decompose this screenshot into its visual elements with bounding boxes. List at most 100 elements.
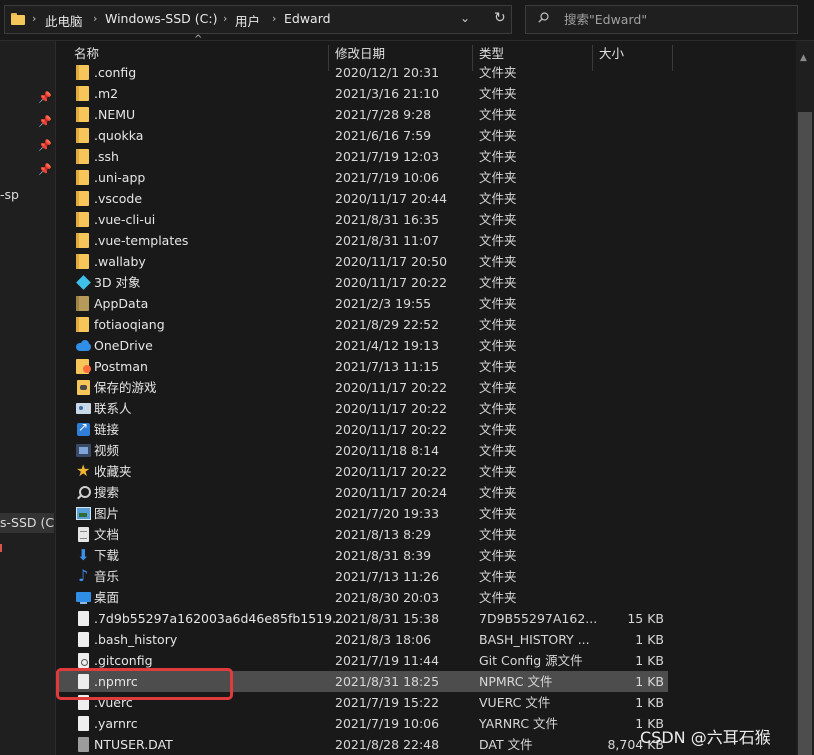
breadcrumb-edward[interactable]: Edward — [284, 11, 331, 26]
file-row[interactable]: .wallaby 2020/11/17 20:50 文件夹 — [56, 251, 796, 272]
file-date: 2020/11/17 20:50 — [335, 254, 448, 269]
file-date: 2021/7/19 11:44 — [335, 653, 440, 668]
folder-icon — [76, 65, 91, 80]
file-size: 1 KB — [635, 653, 664, 668]
file-row[interactable]: 文档 2021/8/13 8:29 文件夹 — [56, 524, 796, 545]
pictures-icon — [76, 506, 91, 521]
file-row[interactable]: .vscode 2020/11/17 20:44 文件夹 — [56, 188, 796, 209]
search-icon — [538, 12, 549, 23]
file-type: 文件夹 — [479, 464, 517, 479]
desktop-icon — [76, 590, 91, 605]
links-icon — [76, 420, 91, 437]
file-date: 2021/2/3 19:55 — [335, 296, 432, 311]
breadcrumb-this-pc[interactable]: 此电脑 — [45, 11, 83, 30]
file-name: 视频 — [94, 443, 120, 458]
file-date: 2021/7/19 15:22 — [335, 695, 440, 710]
file-row[interactable]: .ssh 2021/7/19 12:03 文件夹 — [56, 146, 796, 167]
file-row[interactable]: 图片 2021/7/20 19:33 文件夹 — [56, 503, 796, 524]
file-row[interactable]: .uni-app 2021/7/19 10:06 文件夹 — [56, 167, 796, 188]
documents-icon — [76, 527, 91, 542]
file-row[interactable]: 3D 对象 2020/11/17 20:22 文件夹 — [56, 272, 796, 293]
file-name: 文档 — [94, 527, 120, 542]
file-date: 2021/8/3 18:06 — [335, 632, 432, 647]
file-icon — [76, 632, 91, 647]
file-type: 文件夹 — [479, 170, 517, 185]
file-type: YARNRC 文件 — [479, 716, 559, 731]
file-row[interactable]: 联系人 2020/11/17 20:22 文件夹 — [56, 398, 796, 419]
file-row[interactable]: Postman 2021/7/13 11:15 文件夹 — [56, 356, 796, 377]
file-name: 图片 — [94, 506, 120, 521]
file-type: 文件夹 — [479, 233, 517, 248]
file-date: 2021/3/16 21:10 — [335, 86, 440, 101]
nav-item-drive-c[interactable]: s-SSD (C:) — [0, 513, 55, 533]
file-type: 7D9B55297A162... — [479, 611, 598, 626]
breadcrumb-users[interactable]: 用户 — [235, 11, 260, 30]
file-size — [596, 503, 664, 524]
folder-icon — [76, 107, 91, 122]
search-input[interactable] — [564, 10, 784, 28]
file-row[interactable]: .m2 2021/3/16 21:10 文件夹 — [56, 83, 796, 104]
pin-icon[interactable]: 📌 — [38, 139, 52, 152]
file-name: .vue-cli-ui — [94, 212, 156, 227]
file-row[interactable]: fotiaoqiang 2021/8/29 22:52 文件夹 — [56, 314, 796, 335]
search-box[interactable] — [525, 5, 798, 34]
file-row[interactable]: 收藏夹 2020/11/17 20:22 文件夹 — [56, 461, 796, 482]
file-date: 2021/8/31 8:39 — [335, 548, 432, 563]
file-date: 2021/7/20 19:33 — [335, 506, 440, 521]
pin-icon[interactable]: 📌 — [38, 163, 52, 176]
file-date: 2021/8/31 15:38 — [335, 611, 440, 626]
file-row[interactable]: 下载 2021/8/31 8:39 文件夹 — [56, 545, 796, 566]
file-name: AppData — [94, 296, 149, 311]
vertical-scrollbar[interactable]: ▲ — [796, 41, 814, 755]
scroll-thumb[interactable] — [798, 112, 812, 755]
file-row[interactable]: .quokka 2021/6/16 7:59 文件夹 — [56, 125, 796, 146]
file-row[interactable]: 音乐 2021/7/13 11:26 文件夹 — [56, 566, 796, 587]
file-type: BASH_HISTORY ... — [479, 632, 590, 647]
scroll-up-icon[interactable]: ▲ — [800, 53, 807, 63]
file-name: .NEMU — [94, 107, 136, 122]
file-size: 1 KB — [635, 674, 664, 689]
chevron-right-icon: › — [93, 12, 98, 25]
file-row[interactable]: .config 2020/12/1 20:31 文件夹 — [56, 62, 796, 83]
file-row[interactable]: 桌面 2021/8/30 20:03 文件夹 — [56, 587, 796, 608]
file-row[interactable]: .vue-cli-ui 2021/8/31 16:35 文件夹 — [56, 209, 796, 230]
file-size — [596, 125, 664, 146]
file-row[interactable]: .bash_history 2021/8/3 18:06 BASH_HISTORY … — [56, 629, 796, 650]
refresh-icon[interactable]: ↻ — [494, 10, 506, 26]
file-name: NTUSER.DAT — [94, 737, 173, 752]
file-row[interactable]: 链接 2020/11/17 20:22 文件夹 — [56, 419, 796, 440]
file-row[interactable]: .NEMU 2021/7/28 9:28 文件夹 — [56, 104, 796, 125]
file-row[interactable]: AppData 2021/2/3 19:55 文件夹 — [56, 293, 796, 314]
breadcrumb-drive[interactable]: Windows-SSD (C:) — [105, 11, 217, 26]
file-size — [596, 272, 664, 293]
file-date: 2021/7/13 11:15 — [335, 359, 440, 374]
file-row[interactable]: .7d9b55297a162003a6d46e85fb1519... 2021/8… — [56, 608, 796, 629]
file-row[interactable]: OneDrive 2021/4/12 19:13 文件夹 — [56, 335, 796, 356]
file-size — [596, 146, 664, 167]
file-size — [596, 83, 664, 104]
chevron-right-icon: › — [272, 12, 277, 25]
file-row[interactable]: 视频 2020/11/18 8:14 文件夹 — [56, 440, 796, 461]
file-type: 文件夹 — [479, 275, 517, 290]
pin-icon[interactable]: 📌 — [38, 115, 52, 128]
file-date: 2020/11/17 20:22 — [335, 380, 448, 395]
file-row[interactable]: 搜索 2020/11/17 20:24 文件夹 — [56, 482, 796, 503]
file-date: 2021/7/19 10:06 — [335, 716, 440, 731]
file-date: 2020/11/18 8:14 — [335, 443, 440, 458]
file-row[interactable]: 保存的游戏 2020/11/17 20:22 文件夹 — [56, 377, 796, 398]
file-row[interactable]: .vue-templates 2021/8/31 11:07 文件夹 — [56, 230, 796, 251]
file-type: 文件夹 — [479, 65, 517, 80]
file-date: 2021/4/12 19:13 — [335, 338, 440, 353]
folder-icon — [76, 254, 91, 269]
chevron-down-icon[interactable]: ⌄ — [460, 11, 470, 25]
address-bar[interactable]: › 此电脑 › Windows-SSD (C:) › 用户 › Edward ⌄… — [4, 5, 512, 34]
file-type: 文件夹 — [479, 527, 517, 542]
pin-icon[interactable]: 📌 — [38, 91, 52, 104]
nav-item-sp[interactable]: -sp — [0, 187, 19, 202]
file-type: 文件夹 — [479, 590, 517, 605]
file-name: 保存的游戏 — [94, 380, 157, 395]
file-date: 2020/11/17 20:22 — [335, 401, 448, 416]
file-name: .7d9b55297a162003a6d46e85fb1519... — [94, 611, 345, 626]
file-name: .vscode — [94, 191, 143, 206]
folder-icon — [76, 212, 91, 227]
